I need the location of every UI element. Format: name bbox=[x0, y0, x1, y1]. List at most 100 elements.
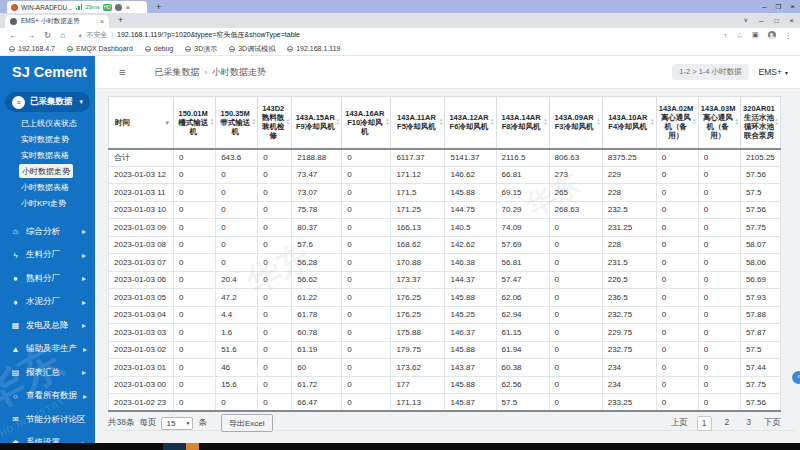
security-badge[interactable]: ▲不安全 bbox=[77, 30, 107, 40]
taskbar-app-icon[interactable] bbox=[163, 443, 186, 450]
cell-value: 20.4 bbox=[216, 271, 258, 289]
table-row: 2023-01-03 02051.6061.190179.75145.8861.… bbox=[109, 341, 781, 359]
bookmark-item[interactable]: 192.168.1.119 bbox=[287, 45, 340, 52]
sidebar-group[interactable]: ▦发电及总降▸ bbox=[0, 314, 95, 338]
bookmark-item[interactable]: 3D调试模拟 bbox=[229, 44, 275, 54]
page-button[interactable]: 2 bbox=[721, 416, 734, 431]
col-header[interactable]: 143A.16ARF10冷却风机▲▼ bbox=[342, 97, 391, 149]
sidebar-group[interactable]: ▤报表汇总▸ bbox=[0, 361, 95, 385]
remote-tab[interactable]: WIN-ARADFDU... 29ms HD × bbox=[7, 1, 147, 13]
cell-time: 2023-01-03 12 bbox=[109, 166, 174, 184]
page-button[interactable]: 3 bbox=[742, 416, 755, 431]
sidebar-subitem[interactable]: 实时数据表格 bbox=[0, 147, 95, 163]
sidebar-subitem[interactable]: 实时数据走势 bbox=[0, 131, 95, 147]
table-row: 2023-01-03 1000075.780171.25144.7570.292… bbox=[109, 201, 781, 219]
col-header[interactable]: 143A.12ARF6冷却风机▲▼ bbox=[445, 97, 496, 149]
sidebar-group[interactable]: ♦水泥分厂▸ bbox=[0, 291, 95, 315]
sidebar-group[interactable]: ✉节能分析讨论区 bbox=[0, 408, 95, 432]
collapse-panel-button[interactable]: ‹ bbox=[792, 371, 800, 384]
profile-avatar[interactable] bbox=[768, 31, 776, 39]
col-header-time[interactable]: 时间▼ bbox=[109, 97, 174, 149]
sort-icon[interactable]: ▲▼ bbox=[336, 118, 340, 126]
tab-close-icon[interactable]: × bbox=[100, 18, 104, 25]
bookmark-item[interactable]: EMQX Dashboard bbox=[67, 45, 133, 52]
share-icon[interactable]: ↑ bbox=[723, 31, 727, 40]
bookmark-item[interactable]: 3D演示 bbox=[185, 44, 217, 54]
sort-icon[interactable]: ▲▼ bbox=[543, 118, 547, 126]
sort-icon[interactable]: ▲▼ bbox=[210, 118, 214, 126]
breadcrumb-parent[interactable]: 已采集数据 bbox=[154, 66, 199, 79]
menu-toggle-icon[interactable]: ≡ bbox=[119, 66, 125, 78]
cell-value: 166.13 bbox=[391, 219, 445, 237]
sidebar-group-collected-data[interactable]: ≡ 已采集数据 ▾ bbox=[5, 92, 90, 112]
cell-value: 0 bbox=[258, 289, 292, 307]
window-minimize-button[interactable]: – bbox=[759, 13, 763, 28]
col-header[interactable]: 143A.10ARF4冷却风机▲▼ bbox=[602, 97, 656, 149]
window-restore-button[interactable]: □ bbox=[774, 13, 778, 28]
col-header[interactable]: 143A.14ARF8冷却风机▲▼ bbox=[496, 97, 549, 149]
remote-tab-close-icon[interactable]: × bbox=[126, 4, 130, 11]
cell-value: 0 bbox=[549, 271, 602, 289]
time-range-chip[interactable]: 1-2 > 1-4 小时数据 bbox=[672, 64, 748, 80]
page-button[interactable]: 1 bbox=[697, 416, 712, 431]
sidebar-group[interactable]: ○查看所有数据▸ bbox=[0, 385, 95, 409]
bookmark-item[interactable]: 192.168.4.7 bbox=[9, 45, 55, 52]
col-header[interactable]: 143A.09ARF3冷却风机▲▼ bbox=[549, 97, 602, 149]
sidebar-group[interactable]: ▲辅助及非生产▸ bbox=[0, 338, 95, 362]
sidebar-group[interactable]: ✱系统设置▸ bbox=[0, 432, 95, 444]
taskbar-app-icon[interactable] bbox=[186, 443, 199, 450]
browser-tab[interactable]: EMS+ 小时数据走势 × bbox=[5, 15, 109, 28]
prev-page-button[interactable]: 上页 bbox=[671, 417, 688, 429]
col-header[interactable]: 320AR01生活水池循环水池联合泵房▲▼ bbox=[740, 97, 780, 149]
next-page-button[interactable]: 下页 bbox=[764, 417, 781, 429]
url-text[interactable]: |192.168.1.119/?p=1020&typee=窑头低压&showTy… bbox=[111, 30, 300, 40]
sidebar-subitem[interactable]: 小时KPI走势 bbox=[0, 195, 95, 211]
window-close-button[interactable]: × bbox=[789, 13, 794, 28]
sidebar-subitem[interactable]: 小时数据走势 bbox=[19, 163, 95, 179]
remote-close-button[interactable]: × bbox=[790, 0, 795, 13]
hd-quality-icon[interactable]: HD bbox=[103, 4, 112, 11]
remote-minimize-button[interactable]: – bbox=[762, 0, 766, 13]
reload-button[interactable]: ↻ bbox=[44, 30, 51, 40]
sidebar-group[interactable]: ●熟料分厂▸ bbox=[0, 267, 95, 291]
camera-icon[interactable] bbox=[115, 4, 122, 11]
sort-icon[interactable]: ▲▼ bbox=[439, 118, 443, 126]
tab-search-chevron-icon[interactable]: ∨ bbox=[744, 13, 748, 28]
col-header[interactable]: 143A.11ARF5冷却风机▲▼ bbox=[391, 97, 445, 149]
sort-icon[interactable]: ▲▼ bbox=[692, 118, 696, 126]
cell-value: 146.38 bbox=[445, 254, 496, 272]
back-button[interactable]: ← bbox=[9, 30, 18, 40]
side-panel-icon[interactable]: ▣ bbox=[752, 31, 759, 39]
home-button[interactable]: ⌂ bbox=[60, 30, 65, 40]
sidebar-group[interactable]: ⌂综合分析▸ bbox=[0, 220, 95, 244]
user-menu[interactable]: EMS+▾ bbox=[759, 67, 788, 77]
bookmark-item[interactable]: debug bbox=[145, 45, 173, 52]
sort-icon[interactable]: ▲▼ bbox=[650, 118, 654, 126]
col-header[interactable]: 143A.02M离心通风机（备用）▲▼ bbox=[656, 97, 698, 149]
sort-icon[interactable]: ▲▼ bbox=[775, 118, 779, 126]
cell-value: 0 bbox=[258, 306, 292, 324]
col-header[interactable]: 143A.15ARF9冷却风机▲▼ bbox=[292, 97, 342, 149]
col-header[interactable]: 143D2熟料散装机检修▲▼ bbox=[258, 97, 292, 149]
page-size-select[interactable]: 15▼ bbox=[161, 417, 193, 430]
export-excel-button[interactable]: 导出Excel bbox=[221, 414, 273, 432]
sidebar-subitem[interactable]: 已上线仪表状态 bbox=[0, 115, 95, 131]
sidebar-subitem[interactable]: 小时数据表格 bbox=[0, 179, 95, 195]
remote-restore-button[interactable]: ❐ bbox=[776, 0, 782, 13]
new-tab-button[interactable]: + bbox=[118, 15, 123, 25]
sort-icon[interactable]: ▲▼ bbox=[385, 118, 389, 126]
sort-icon[interactable]: ▲▼ bbox=[734, 118, 738, 126]
sort-icon[interactable]: ▲▼ bbox=[252, 118, 256, 126]
sort-icon[interactable]: ▲▼ bbox=[596, 118, 600, 126]
remote-new-tab-button[interactable]: + bbox=[156, 2, 161, 12]
sort-icon[interactable]: ▲▼ bbox=[490, 118, 494, 126]
col-header[interactable]: 150.35M带式输送机▲▼ bbox=[216, 97, 258, 149]
sidebar-group[interactable]: ϟ生料分厂▸ bbox=[0, 244, 95, 268]
col-header[interactable]: 150.01M槽式输送机▲▼ bbox=[174, 97, 216, 149]
browser-menu-icon[interactable]: ⋮ bbox=[785, 31, 793, 40]
col-header[interactable]: 143A.03M离心通风机（备用）▲▼ bbox=[698, 97, 740, 149]
sort-icon[interactable]: ▲▼ bbox=[286, 118, 290, 126]
forward-button[interactable]: → bbox=[27, 30, 36, 40]
bookmark-star-icon[interactable]: ☆ bbox=[736, 31, 743, 40]
filter-caret-icon[interactable]: ▼ bbox=[164, 119, 170, 128]
